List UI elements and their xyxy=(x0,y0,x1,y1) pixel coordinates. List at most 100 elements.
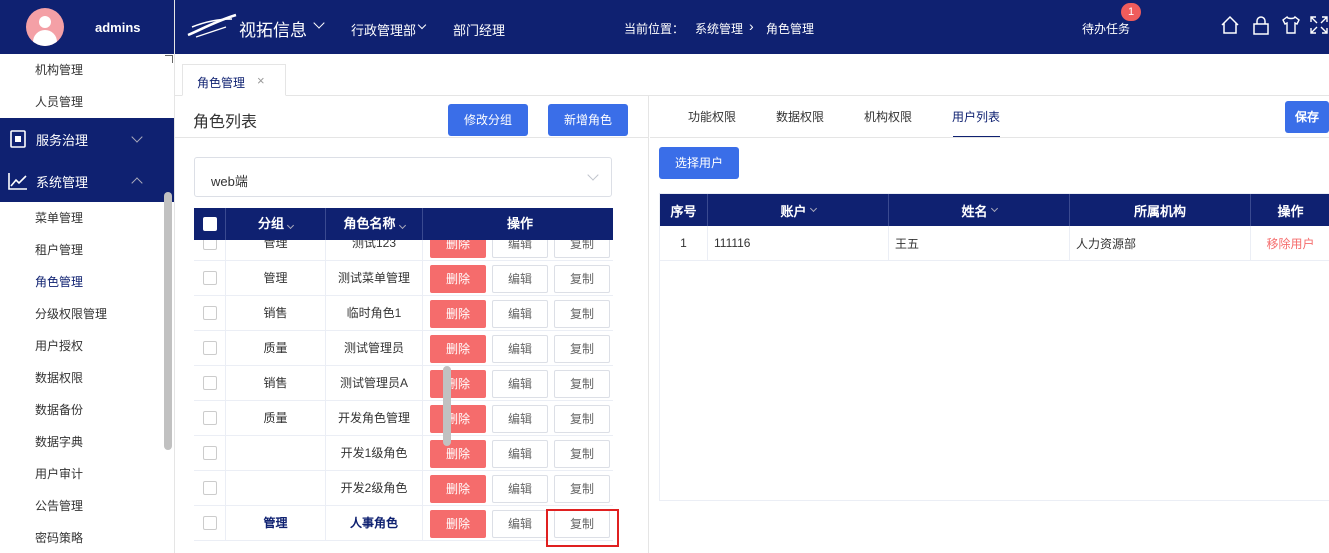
edit-button[interactable]: 编辑 xyxy=(492,475,548,503)
collapse-icon[interactable] xyxy=(165,55,173,63)
edit-button[interactable]: 编辑 xyxy=(492,405,548,433)
row-checkbox[interactable] xyxy=(202,376,217,390)
col-org: 所属机构 xyxy=(1070,194,1251,226)
table-row: 质量 开发角色管理 删除 编辑 复制 xyxy=(194,401,613,436)
edit-button[interactable]: 编辑 xyxy=(492,265,548,293)
sidebar-item-level-permission[interactable]: 分级权限管理 xyxy=(0,298,174,330)
row-role-name: 测试管理员A xyxy=(326,366,423,401)
row-ops: 删除 编辑 复制 xyxy=(423,401,613,436)
sidebar-item-tenant[interactable]: 租户管理 xyxy=(0,234,174,266)
dept-dropdown[interactable]: 行政管理部 xyxy=(351,20,416,39)
sidebar-item-data-backup[interactable]: 数据备份 xyxy=(0,394,174,426)
col-name[interactable]: 姓名 xyxy=(889,194,1070,226)
copy-button[interactable]: 复制 xyxy=(554,440,610,468)
copy-button[interactable]: 复制 xyxy=(554,370,610,398)
sidebar-item-user-auth[interactable]: 用户授权 xyxy=(0,330,174,362)
sidebar-group-service[interactable]: 服务治理 xyxy=(0,118,174,160)
copy-button[interactable]: 复制 xyxy=(554,405,610,433)
tab-user-list[interactable]: 用户列表 xyxy=(952,108,1000,125)
copy-button[interactable]: 复制 xyxy=(554,475,610,503)
select-all-cell xyxy=(194,208,226,240)
position-label[interactable]: 部门经理 xyxy=(453,20,505,39)
sidebar-item-personnel[interactable]: 人员管理 xyxy=(0,86,174,118)
row-group xyxy=(226,471,326,506)
row-checkbox[interactable] xyxy=(202,481,217,495)
row-role-name: 测试管理员 xyxy=(326,331,423,366)
avatar[interactable] xyxy=(26,8,64,46)
sidebar-item-role[interactable]: 角色管理 xyxy=(0,266,174,298)
tab-org-permission[interactable]: 机构权限 xyxy=(864,108,912,125)
sidebar-item-dictionary[interactable]: 数据字典 xyxy=(0,426,174,458)
row-checkbox[interactable] xyxy=(202,271,217,285)
row-checkbox[interactable] xyxy=(202,306,217,320)
delete-button[interactable]: 删除 xyxy=(430,335,486,363)
table-row: 1 111116 王五 人力资源部 移除用户 xyxy=(660,226,1329,261)
todo-tasks[interactable]: 待办任务 xyxy=(1082,20,1130,37)
sort-icon[interactable] xyxy=(809,204,817,213)
close-icon[interactable]: × xyxy=(257,73,265,88)
edit-button[interactable]: 编辑 xyxy=(492,335,548,363)
add-role-button[interactable]: 新增角色 xyxy=(548,104,628,136)
row-checkbox[interactable] xyxy=(202,411,217,425)
row-checkbox[interactable] xyxy=(202,446,217,460)
sidebar-scrollbar[interactable] xyxy=(164,192,172,450)
select-user-button[interactable]: 选择用户 xyxy=(659,147,739,179)
breadcrumb-system[interactable]: 系统管理 xyxy=(695,20,743,37)
col-role-name[interactable]: 角色名称 xyxy=(326,208,423,240)
tab-function-permission[interactable]: 功能权限 xyxy=(688,108,736,125)
save-button[interactable]: 保存 xyxy=(1285,101,1329,133)
col-account-label: 账户 xyxy=(780,203,807,219)
delete-button[interactable]: 删除 xyxy=(430,265,486,293)
brand-name[interactable]: 视拓信息 xyxy=(239,16,307,41)
delete-button[interactable]: 删除 xyxy=(430,440,486,468)
modify-group-button[interactable]: 修改分组 xyxy=(448,104,528,136)
home-icon[interactable] xyxy=(1220,15,1240,35)
edit-button[interactable]: 编辑 xyxy=(492,300,548,328)
sidebar-item-menu[interactable]: 菜单管理 xyxy=(0,202,174,234)
user-table-header: 序号 账户 姓名 所属机构 操作 xyxy=(660,194,1329,226)
delete-button[interactable]: 删除 xyxy=(430,300,486,328)
row-checkbox[interactable] xyxy=(202,516,217,530)
fullscreen-icon[interactable] xyxy=(1309,15,1329,35)
col-group[interactable]: 分组 xyxy=(226,208,326,240)
copy-button[interactable]: 复制 xyxy=(554,335,610,363)
chevron-down-icon[interactable] xyxy=(313,17,325,29)
sidebar-group-system[interactable]: 系统管理 xyxy=(0,160,174,202)
sort-icon[interactable] xyxy=(990,204,998,213)
copy-button[interactable]: 复制 xyxy=(554,300,610,328)
delete-button[interactable]: 删除 xyxy=(430,405,486,433)
row-index: 1 xyxy=(660,226,708,260)
delete-button[interactable]: 删除 xyxy=(430,475,486,503)
chevron-down-icon[interactable] xyxy=(417,20,427,30)
row-checkbox[interactable] xyxy=(202,341,217,355)
page-tabs: 角色管理 × xyxy=(175,54,1329,96)
sidebar-group-service-label: 服务治理 xyxy=(36,132,89,148)
shirt-icon[interactable] xyxy=(1281,15,1301,35)
copy-button[interactable]: 复制 xyxy=(554,265,610,293)
select-all-checkbox[interactable] xyxy=(202,217,217,231)
delete-button[interactable]: 删除 xyxy=(430,370,486,398)
edit-button[interactable]: 编辑 xyxy=(492,370,548,398)
sidebar-item-data-permission[interactable]: 数据权限 xyxy=(0,362,174,394)
sort-icon[interactable] xyxy=(398,221,406,230)
edit-button[interactable]: 编辑 xyxy=(492,440,548,468)
delete-button[interactable]: 删除 xyxy=(430,510,486,538)
remove-user-link[interactable]: 移除用户 xyxy=(1251,226,1329,260)
edit-button[interactable]: 编辑 xyxy=(492,510,548,538)
sort-icon[interactable] xyxy=(286,221,295,230)
tab-data-permission[interactable]: 数据权限 xyxy=(776,108,824,125)
platform-select[interactable]: web端 xyxy=(194,157,612,197)
row-group xyxy=(226,436,326,471)
sidebar-item-user-audit[interactable]: 用户审计 xyxy=(0,458,174,490)
sidebar-item-org[interactable]: 机构管理 xyxy=(0,54,174,86)
sidebar-item-password-policy[interactable]: 密码策略 xyxy=(0,522,174,553)
row-name: 王五 xyxy=(889,226,1070,260)
col-account[interactable]: 账户 xyxy=(708,194,889,226)
row-ops: 删除 编辑 复制 xyxy=(423,261,613,296)
table-scrollbar[interactable] xyxy=(443,366,451,446)
user-table: 序号 账户 姓名 所属机构 操作 1 111116 王五 人力资源部 移除用户 xyxy=(659,193,1329,501)
row-role-name: 开发2级角色 xyxy=(326,471,423,506)
lock-icon[interactable] xyxy=(1251,15,1271,35)
sidebar-item-notice[interactable]: 公告管理 xyxy=(0,490,174,522)
tab-role-management[interactable]: 角色管理 × xyxy=(182,64,286,96)
